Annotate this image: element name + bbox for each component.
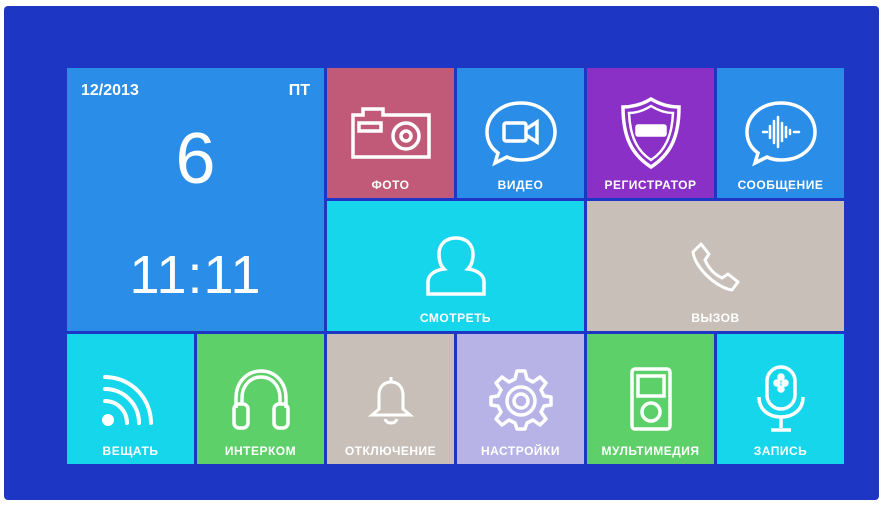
video-label: ВИДЕО	[497, 178, 544, 192]
watch-label: СМОТРЕТЬ	[419, 311, 492, 325]
broadcast-tile[interactable]: ВЕЩАТЬ	[67, 334, 194, 464]
bell-icon	[367, 377, 414, 425]
disable-label: ОТКЛЮЧЕНИЕ	[344, 444, 437, 458]
microphone-icon	[756, 365, 805, 432]
media-player-icon	[629, 367, 672, 431]
message-label: СООБЩЕНИЕ	[737, 178, 824, 192]
broadcast-label: ВЕЩАТЬ	[102, 444, 159, 458]
message-tile[interactable]: СООБЩЕНИЕ	[717, 68, 844, 198]
camera-icon	[350, 107, 431, 159]
day-number: 6	[175, 119, 216, 199]
watch-tile[interactable]: СМОТРЕТЬ	[327, 201, 584, 331]
recorder-label: РЕГИСТРАТОР	[604, 178, 697, 192]
call-tile[interactable]: ВЫЗОВ	[587, 201, 844, 331]
clock-tile: 12/2013 ПТ 6 11:11	[67, 68, 324, 331]
shield-icon	[620, 96, 681, 170]
video-camera-icon	[484, 101, 557, 167]
intercom-label: ИНТЕРКОМ	[224, 444, 297, 458]
record-tile[interactable]: ЗАПИСЬ	[717, 334, 844, 464]
settings-label: НАСТРОЙКИ	[481, 444, 560, 458]
multimedia-label: МУЛЬТИМЕДИЯ	[601, 444, 700, 458]
phone-icon	[691, 242, 739, 292]
call-label: ВЫЗОВ	[691, 311, 740, 325]
voice-message-icon	[744, 101, 817, 167]
gear-icon	[488, 369, 553, 431]
video-tile[interactable]: ВИДЕО	[457, 68, 584, 198]
recorder-tile[interactable]: РЕГИСТРАТОР	[587, 68, 714, 198]
photo-label: ФОТО	[371, 178, 410, 192]
record-label: ЗАПИСЬ	[753, 444, 808, 458]
disable-tile[interactable]: ОТКЛЮЧЕНИЕ	[327, 334, 454, 464]
intercom-tile[interactable]: ИНТЕРКОМ	[197, 334, 324, 464]
photo-tile[interactable]: ФОТО	[327, 68, 454, 198]
settings-tile[interactable]: НАСТРОЙКИ	[457, 334, 584, 464]
multimedia-tile[interactable]: МУЛЬТИМЕДИЯ	[587, 334, 714, 464]
weekday-text: ПТ	[288, 82, 310, 99]
time-text: 11:11	[129, 245, 262, 305]
user-icon	[425, 236, 486, 296]
broadcast-icon	[101, 375, 153, 426]
screen: 12/2013 ПТ 6 11:11 ФОТО ВИДЕО РЕГИСТРАТО…	[4, 6, 879, 500]
tile-grid: 12/2013 ПТ 6 11:11 ФОТО ВИДЕО РЕГИСТРАТО…	[67, 68, 844, 464]
date-text: 12/2013	[81, 82, 139, 99]
headphones-icon	[231, 369, 290, 430]
